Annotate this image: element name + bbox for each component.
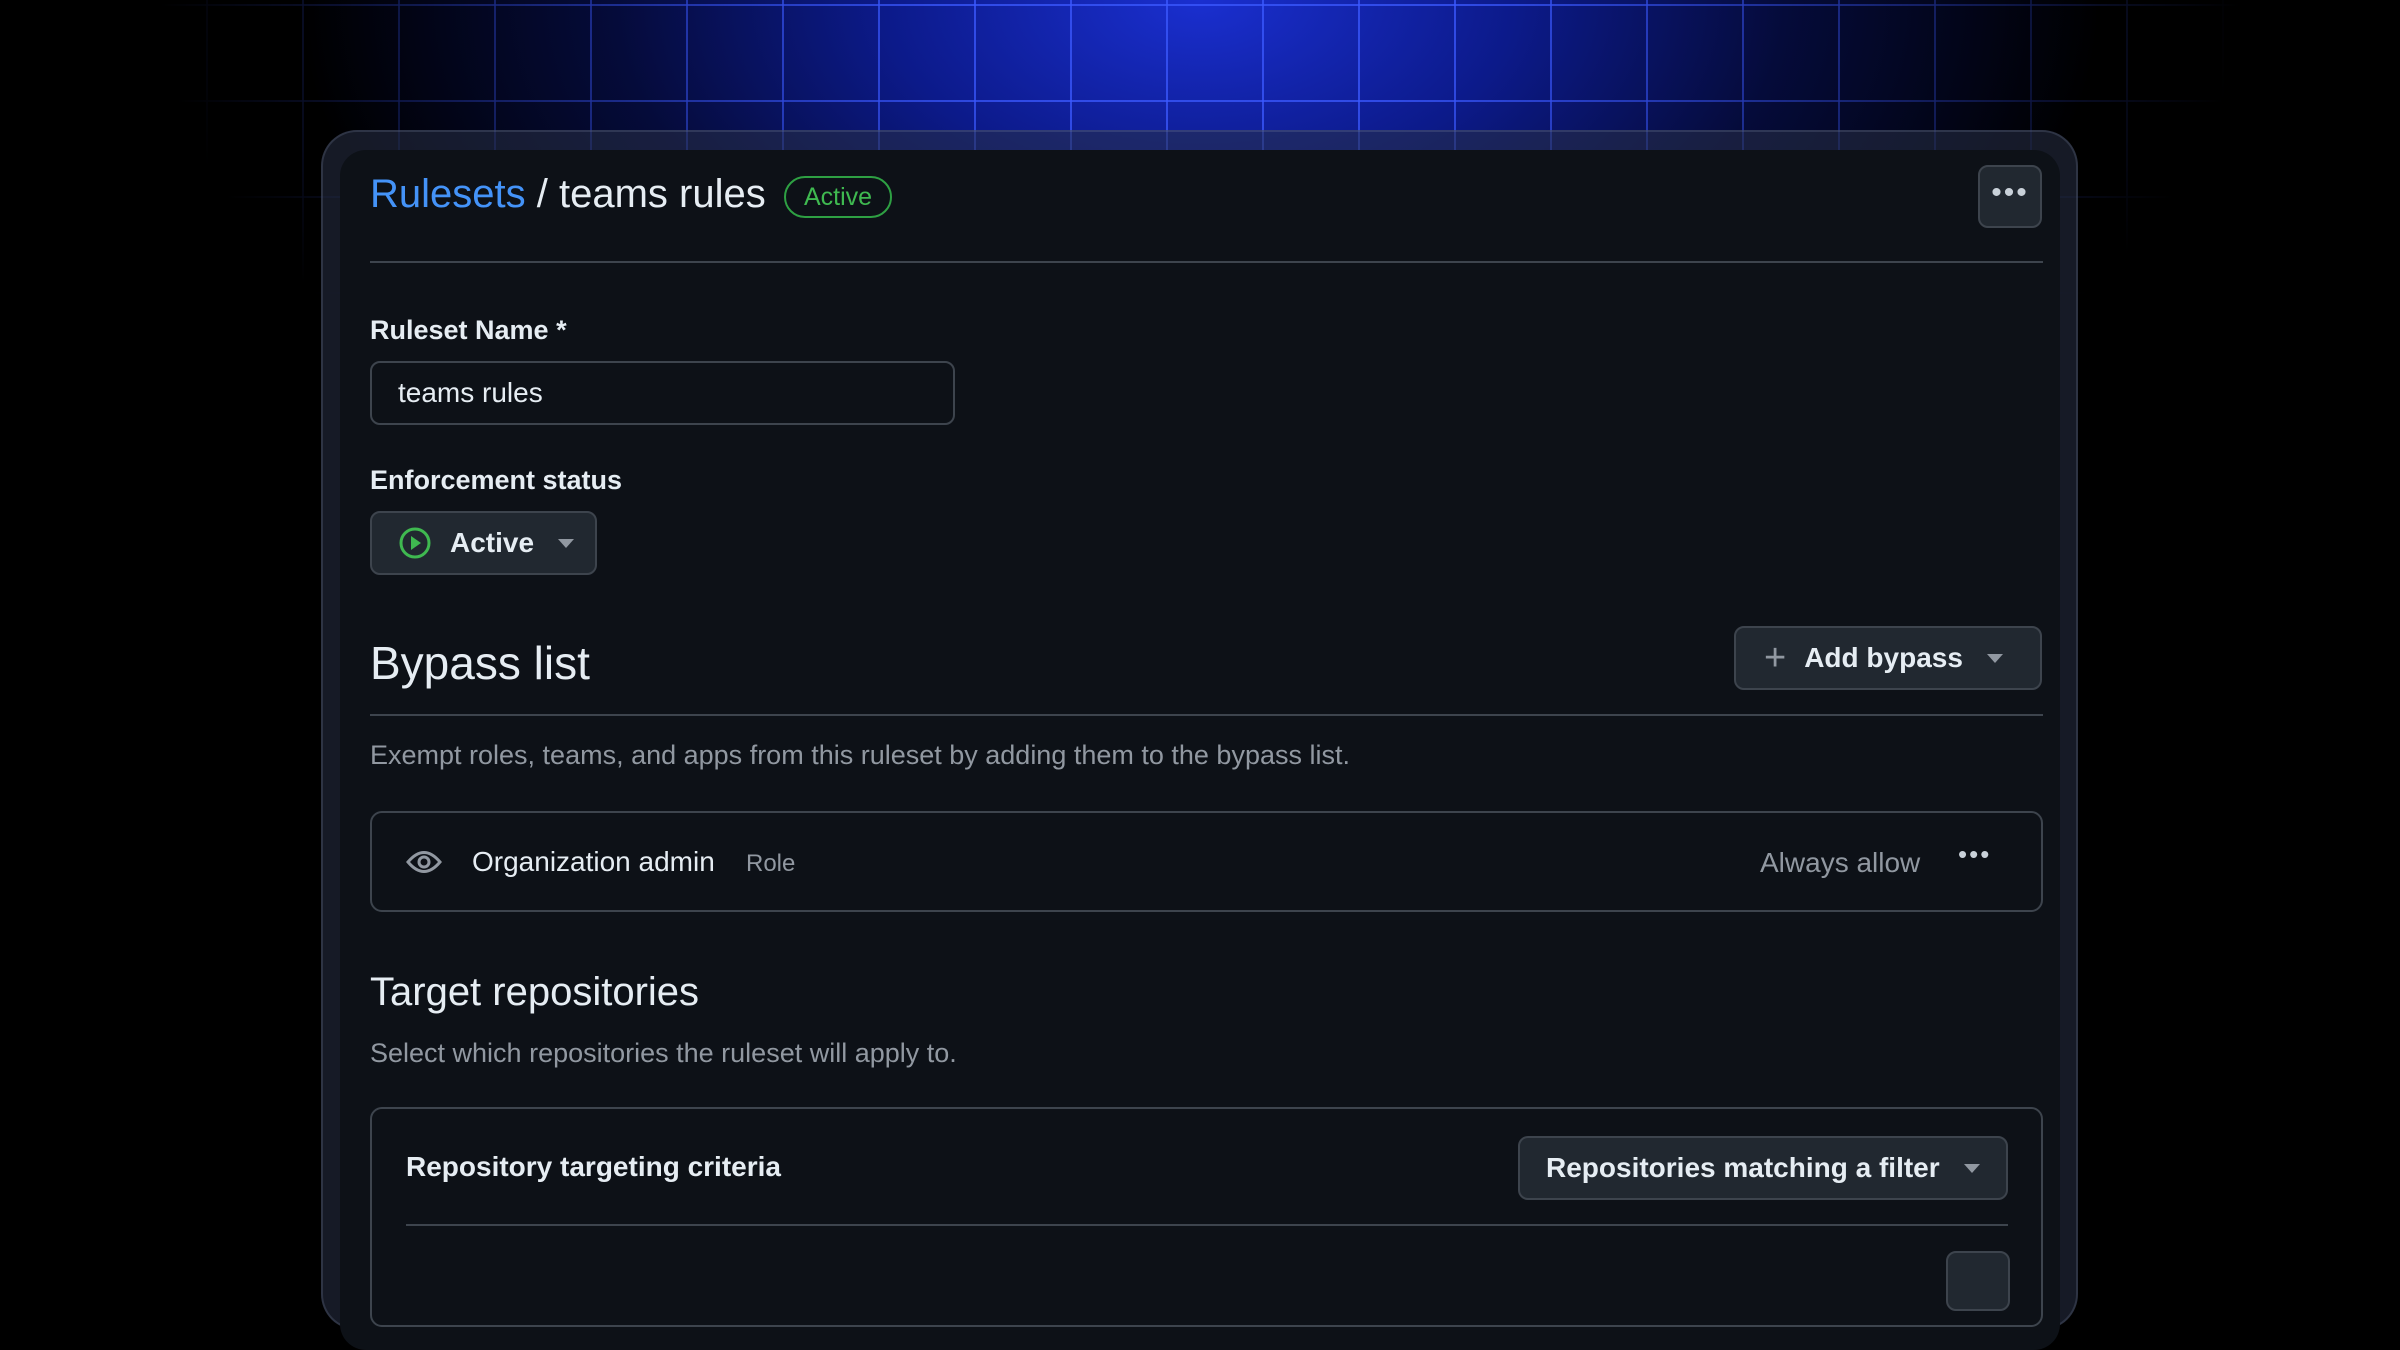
chevron-down-icon <box>1987 654 2003 663</box>
targeting-criteria-value: Repositories matching a filter <box>1546 1152 1940 1184</box>
bypass-list-heading: Bypass list <box>370 636 590 690</box>
plus-icon: + <box>1764 637 1786 680</box>
divider <box>406 1224 2008 1226</box>
breadcrumb-rulesets-link[interactable]: Rulesets <box>370 172 526 216</box>
kebab-horizontal-icon: ••• <box>1991 176 2029 209</box>
eye-icon <box>406 847 442 877</box>
kebab-horizontal-icon[interactable]: ••• <box>1958 839 1991 870</box>
add-bypass-button[interactable]: + Add bypass <box>1734 626 2042 690</box>
targeting-criteria-label: Repository targeting criteria <box>406 1151 781 1183</box>
play-circle-icon <box>398 526 432 560</box>
list-item: Organization admin Role Always allow ••• <box>370 811 2043 912</box>
bypass-actor-name: Organization admin <box>472 846 715 878</box>
status-badge: Active <box>784 176 892 218</box>
chevron-down-icon <box>1964 1164 1980 1173</box>
target-repositories-description: Select which repositories the ruleset wi… <box>370 1038 957 1069</box>
ruleset-name-input[interactable]: teams rules <box>370 361 955 425</box>
chevron-down-icon <box>558 539 574 548</box>
targeting-criteria-panel: Repository targeting criteria Repositori… <box>370 1107 2043 1327</box>
bypass-mode[interactable]: Always allow <box>1760 847 1920 879</box>
breadcrumb-separator: / <box>537 172 548 216</box>
enforcement-status-dropdown[interactable]: Active <box>370 511 597 575</box>
more-options-button[interactable]: ••• <box>1978 165 2042 228</box>
ruleset-name-label: Ruleset Name * <box>370 315 567 346</box>
divider <box>370 261 2043 263</box>
row-action-button[interactable] <box>1946 1251 2010 1311</box>
bypass-description: Exempt roles, teams, and apps from this … <box>370 740 1350 771</box>
enforcement-status-value: Active <box>450 527 534 559</box>
target-repositories-heading: Target repositories <box>370 970 699 1015</box>
breadcrumb: Rulesets / teams rules <box>370 172 766 217</box>
enforcement-status-label: Enforcement status <box>370 465 622 496</box>
add-bypass-label: Add bypass <box>1804 642 1963 674</box>
page-title: teams rules <box>559 172 766 216</box>
targeting-criteria-dropdown[interactable]: Repositories matching a filter <box>1518 1136 2008 1200</box>
bypass-actor-type: Role <box>746 850 795 878</box>
divider <box>370 714 2043 716</box>
